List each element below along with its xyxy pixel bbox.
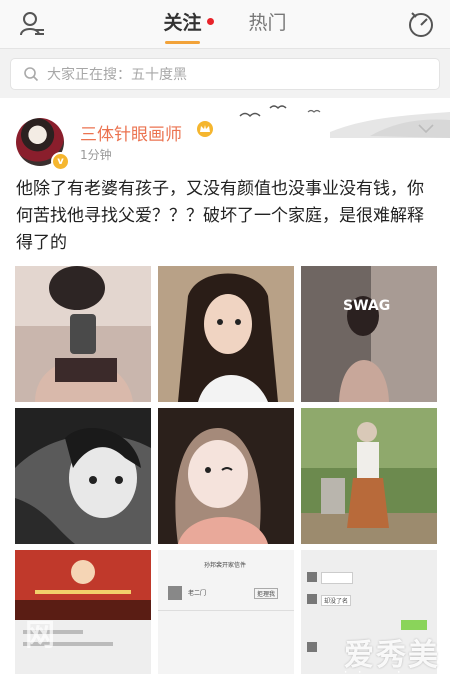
tab-following[interactable]: 关注 <box>163 8 215 44</box>
radar-icon[interactable] <box>406 9 436 39</box>
photo-thumbnail[interactable]: 孙邦裴开家信件 老二门 拒理我 <box>158 550 294 674</box>
post-text: 他除了有老婆有孩子，又没有颜值也没事业没有钱，你何苦找他寻找父爱？？？破坏了一个… <box>16 179 424 253</box>
active-tab-indicator <box>165 41 201 44</box>
screenshot-text: 老二门 <box>188 590 207 597</box>
photo-thumbnail[interactable] <box>15 266 151 402</box>
screenshot-text: 却没了名 <box>321 595 352 606</box>
screenshot-text: 孙邦裴开家信件 <box>204 562 247 569</box>
watermark: 爱秀美 ixiumei.com <box>344 630 440 686</box>
photo-thumbnail[interactable] <box>301 408 437 544</box>
watermark-brand: 爱秀美 <box>344 638 440 673</box>
svg-text:SWAG: SWAG <box>343 298 390 314</box>
screenshot-avatar <box>307 594 317 604</box>
photo-outdoor <box>301 408 437 544</box>
watermark-domain: ixiumei.com <box>343 670 440 686</box>
photo-selfie-4 <box>15 408 151 544</box>
divider <box>158 610 294 611</box>
chat-bubble <box>401 620 427 630</box>
unread-dot <box>207 18 215 25</box>
photo-thumbnail[interactable] <box>158 266 294 402</box>
watermark-left-text: 网 <box>25 618 55 653</box>
photo-selfie-5 <box>158 408 294 544</box>
post-card: v 三体针眼画师 1分钟 他除了有老婆有孩子，又没有颜值也没事业没有钱，你何苦找… <box>0 98 450 696</box>
post-time: 1分钟 <box>80 148 112 162</box>
screenshot-avatar <box>307 642 317 652</box>
chat-bubble <box>321 572 353 584</box>
search-input[interactable]: 大家正在搜：五十度黑 <box>10 58 440 90</box>
photo-thumbnail[interactable] <box>158 408 294 544</box>
photo-selfie-2 <box>158 266 294 402</box>
photo-selfie-1 <box>15 266 151 402</box>
level-crown-icon <box>197 121 213 137</box>
photo-thumbnail[interactable] <box>15 408 151 544</box>
top-nav-bar: 关注 热门 <box>0 0 450 49</box>
photo-thumbnail[interactable]: 网 <box>15 550 151 674</box>
search-bar-container: 大家正在搜：五十度黑 <box>0 49 450 95</box>
screenshot-avatar <box>307 572 317 582</box>
decorative-birds <box>239 105 450 138</box>
tab-hot[interactable]: 热门 <box>249 8 287 35</box>
tab-following-label: 关注 <box>163 12 202 34</box>
tab-hot-label: 热门 <box>248 12 287 34</box>
feed-tabs: 关注 热门 <box>0 8 450 44</box>
photo-selfie-3: SWAG <box>301 266 437 402</box>
screenshot-avatar <box>168 586 182 600</box>
verified-badge-icon: v <box>51 152 70 171</box>
chevron-down-icon[interactable] <box>418 124 434 134</box>
username[interactable]: 三体针眼画师 <box>80 120 182 145</box>
photo-thumbnail[interactable]: SWAG <box>301 266 437 402</box>
search-placeholder: 大家正在搜：五十度黑 <box>47 67 187 83</box>
search-icon <box>24 67 39 82</box>
screenshot-text: 拒理我 <box>254 588 279 599</box>
